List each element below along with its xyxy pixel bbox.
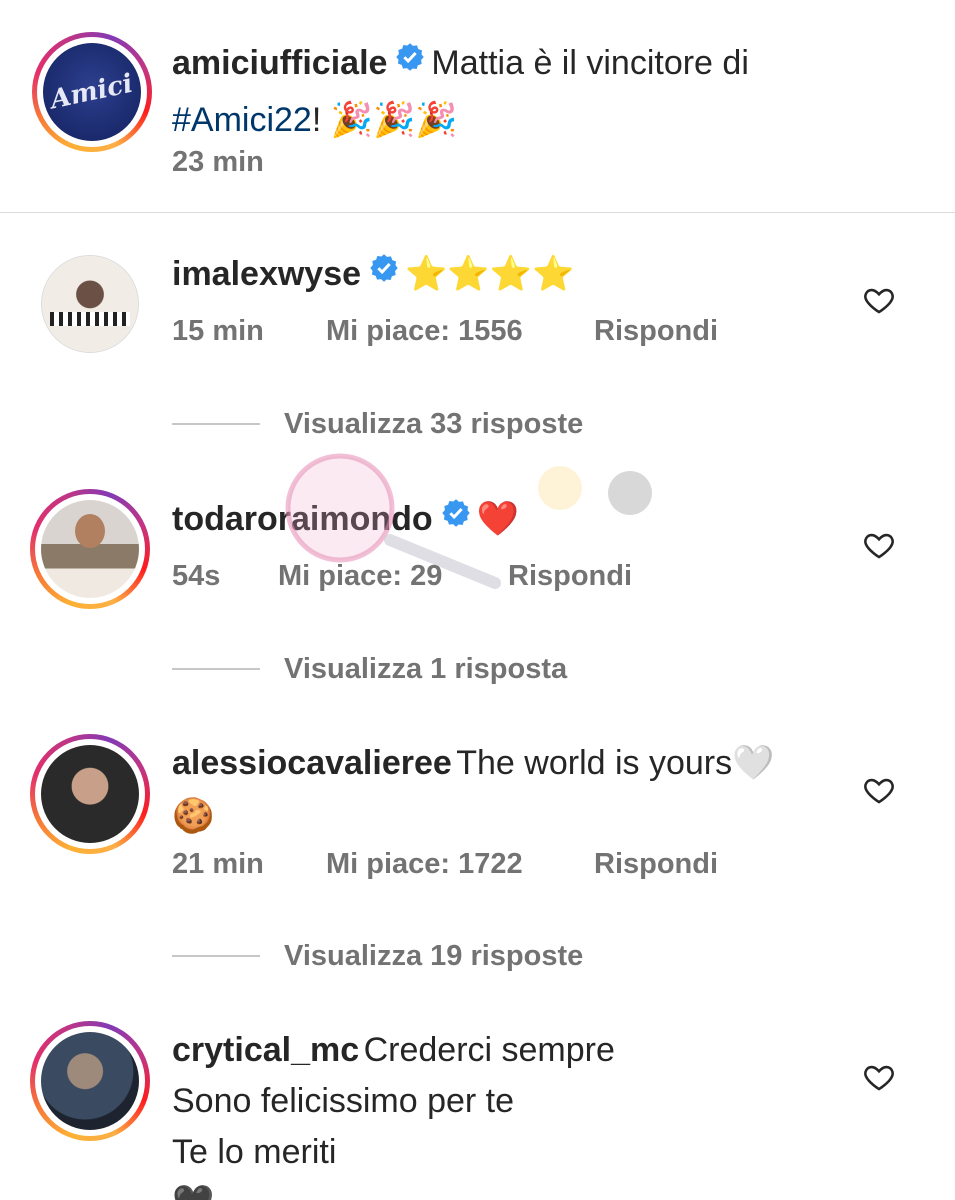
replies-line [172,955,260,957]
amici-logo-avatar: Amici [43,43,141,141]
crytical-mc-avatar [41,1032,139,1130]
like-heart-icon[interactable] [862,1060,896,1094]
comment-likes[interactable]: Mi piace: 1556 [326,315,523,348]
comment-avatar-ring[interactable] [30,734,150,854]
comment-username[interactable]: alessiocavalieree [172,744,452,782]
comment-body: imalexwyse ⭐⭐⭐⭐ [172,250,574,309]
replies-line [172,668,260,670]
replies-line [172,423,260,425]
reply-button[interactable]: Rispondi [594,315,718,348]
post-caption: amiciufficiale Mattia è il vincitore di #… [172,40,872,150]
comment-username[interactable]: imalexwyse [172,255,361,293]
comment-username[interactable]: todaroraimondo [172,500,433,538]
view-replies-button[interactable]: Visualizza 1 risposta [172,649,567,689]
comment-likes[interactable]: Mi piace: 29 [278,560,442,593]
post-username[interactable]: amiciufficiale [172,44,387,82]
reply-button[interactable]: Rispondi [508,560,632,593]
amici-logo-text: Amici [48,68,136,116]
comment-body: crytical_mc Crederci sempre Sono felicis… [172,1028,615,1200]
comment-avatar-ring[interactable] [30,489,150,609]
comment-text-line3: Te lo meriti [172,1133,337,1171]
post-author-avatar-ring[interactable]: Amici [32,32,152,152]
post-time: 23 min [172,146,264,178]
view-replies-label: Visualizza 1 risposta [284,652,568,685]
comment-text: ❤️ [476,500,520,538]
comment-body: todaroraimondo ❤️ [172,495,519,554]
comment-text-line2: Sono felicissimo per te [172,1082,515,1120]
comment-text-line2: 🍪 [172,797,215,835]
view-replies-button[interactable]: Visualizza 33 risposte [172,404,583,444]
comment-username[interactable]: crytical_mc [172,1031,359,1069]
like-heart-icon[interactable] [862,773,896,807]
verified-badge-icon [395,42,425,91]
todaroraimondo-avatar [41,500,139,598]
comment-avatar-ring[interactable] [30,1021,150,1141]
comment-time: 15 min [172,315,264,347]
comment-text: The world is yours🤍 [456,744,775,782]
comment-likes[interactable]: Mi piace: 1722 [326,848,523,881]
comment-body: alessiocavalieree The world is yours🤍 🍪 [172,740,774,846]
alessiocavalieree-avatar [41,745,139,843]
like-heart-icon[interactable] [862,283,896,317]
comment-avatar[interactable] [41,255,139,353]
like-heart-icon[interactable] [862,528,896,562]
comment-text-line4: 🖤 [172,1184,214,1200]
comment-text: Crederci sempre [363,1031,615,1069]
verified-badge-icon [441,498,471,548]
post-hashtag[interactable]: #Amici22 [172,101,312,139]
post-caption-text: Mattia è il vincitore di [431,44,749,82]
view-replies-button[interactable]: Visualizza 19 risposte [172,936,583,976]
header-divider [0,212,955,213]
comment-text: ⭐⭐⭐⭐ [405,255,575,293]
comment-time: 21 min [172,848,264,880]
post-caption-end: ! 🎉🎉🎉 [311,101,458,140]
verified-badge-icon [369,253,399,303]
view-replies-label: Visualizza 33 risposte [284,407,584,440]
imalexwyse-avatar [42,256,138,352]
comment-time: 54s [172,560,221,592]
view-replies-label: Visualizza 19 risposte [284,939,584,972]
reply-button[interactable]: Rispondi [594,848,718,881]
